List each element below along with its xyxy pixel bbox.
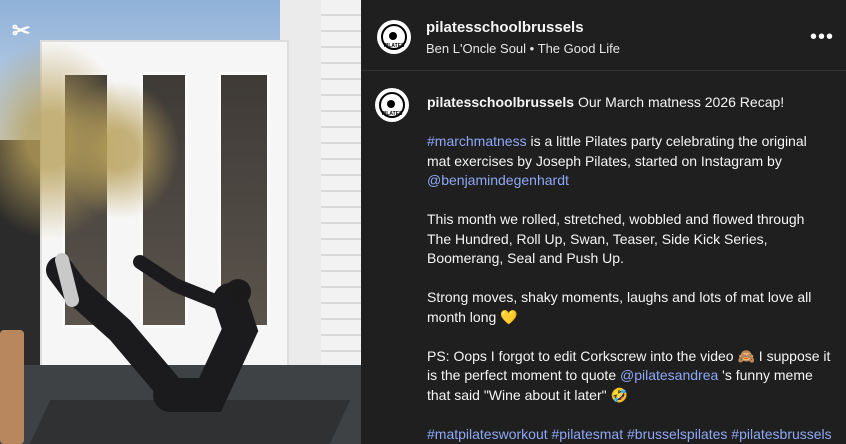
audio-track: The Good Life — [537, 41, 621, 56]
caption-avatar[interactable]: PILATES — [375, 88, 409, 122]
hashtag-link[interactable]: #matpilatesworkout — [427, 426, 548, 442]
audio-artist: Ben L'Oncle Soul — [426, 41, 527, 56]
post-caption: pilatesschoolbrussels Our March matness … — [427, 93, 832, 444]
avatar[interactable]: PILATES — [377, 20, 411, 54]
post-viewer: ✂ PILATES pilatesschoolbrussels Ben L'On… — [0, 0, 846, 444]
username-link[interactable]: pilatesschoolbrussels — [426, 19, 584, 36]
audio-info[interactable]: Ben L'Oncle Soul • The Good Life — [426, 41, 620, 56]
caption-title: Our March matness 2026 Recap! — [577, 94, 785, 110]
hashtag-link[interactable]: #pilatesbrussels — [731, 426, 831, 442]
caption-text: Strong moves, shaky moments, laughs and … — [427, 289, 812, 325]
hashtag-link[interactable]: #marchmatness — [427, 133, 527, 149]
hashtag-link[interactable]: #brusselspilates — [627, 426, 727, 442]
mention-link[interactable]: @pilatesandrea — [620, 367, 718, 383]
post-details-panel: PILATES pilatesschoolbrussels Ben L'Oncl… — [361, 0, 846, 444]
person-teaser-pose — [46, 253, 259, 412]
post-video[interactable]: ✂ — [0, 0, 361, 444]
more-options-button[interactable]: ••• — [810, 26, 834, 49]
audio-separator: • — [529, 41, 535, 56]
mention-link[interactable]: @benjamindegenhardt — [427, 172, 569, 188]
capcut-icon: ✂ — [12, 18, 31, 43]
caption-username[interactable]: pilatesschoolbrussels — [427, 94, 574, 110]
caption-text: This month we rolled, stretched, wobbled… — [427, 211, 805, 266]
hashtag-link[interactable]: #pilatesmat — [552, 426, 624, 442]
post-header: PILATES pilatesschoolbrussels Ben L'Oncl… — [361, 0, 846, 71]
